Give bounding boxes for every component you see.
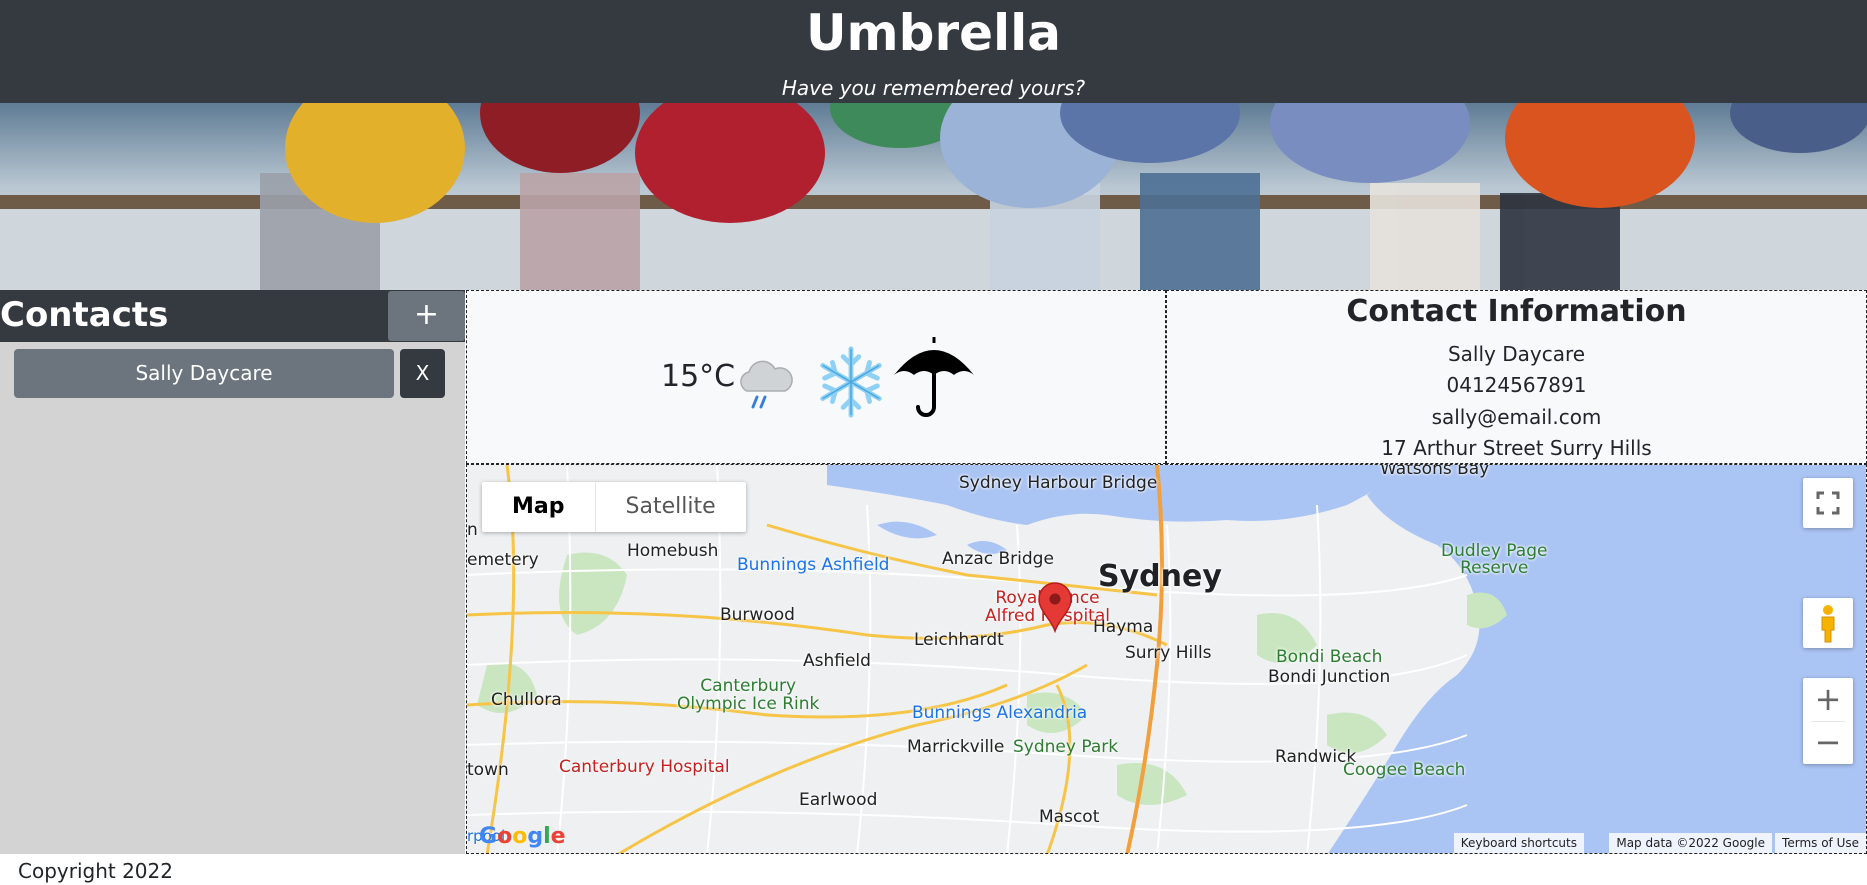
map-label-chullora: Chullora — [491, 690, 562, 710]
contacts-title: Contacts — [0, 295, 169, 335]
site-title: Umbrella — [805, 4, 1062, 62]
zoom-in-button[interactable]: + — [1803, 678, 1853, 721]
delete-contact-button[interactable]: X — [400, 349, 445, 398]
map-label-sydney: Sydney — [1098, 559, 1222, 594]
contact-info-address: 17 Arthur Street Surry Hills — [1381, 436, 1652, 460]
contact-info-heading: Contact Information — [1346, 294, 1687, 329]
site-tagline: Have you remembered yours? — [781, 76, 1086, 100]
zoom-out-button[interactable]: − — [1803, 721, 1853, 764]
google-logo: Google — [479, 824, 566, 849]
map-label-dudley-page: Dudley Page Reserve — [1441, 541, 1548, 578]
map-label-leichhardt: Leichhardt — [914, 630, 1004, 650]
contact-info-email: sally@email.com — [1431, 405, 1602, 429]
map-label-mascot: Mascot — [1039, 807, 1100, 827]
google-map[interactable]: n emetery town rpool Sydney Harbour Brid… — [466, 464, 1867, 854]
map-label-surry-hills: Surry Hills — [1125, 643, 1212, 663]
temperature-value: 15°C — [661, 359, 736, 394]
weather-panel: 15°C — [466, 290, 1166, 464]
map-label-bondi-junction: Bondi Junction — [1268, 667, 1391, 687]
umbrella-icon — [894, 337, 974, 417]
map-label-town: town — [467, 760, 509, 780]
map-label-homebush: Homebush — [627, 541, 719, 561]
umbrella-banner-image — [0, 103, 1867, 290]
map-label-earlwood: Earlwood — [799, 790, 878, 810]
map-label-canterbury-hospital: Canterbury Hospital — [559, 757, 730, 777]
map-label-n: n — [467, 520, 478, 540]
add-contact-button[interactable]: + — [388, 291, 465, 341]
map-label-haymarket: Hayma — [1093, 617, 1154, 637]
map-type-control: Map Satellite — [482, 482, 746, 532]
terms-of-use-link[interactable]: Terms of Use — [1775, 833, 1866, 853]
map-label-anzac-bridge: Anzac Bridge — [942, 549, 1054, 569]
contact-info-name: Sally Daycare — [1447, 342, 1586, 366]
map-label-bunnings-alexandria: Bunnings Alexandria — [912, 703, 1088, 723]
pegman-icon — [1821, 605, 1835, 643]
map-label-ashfield: Ashfield — [803, 651, 871, 671]
footer-copyright: Copyright 2022 — [18, 859, 173, 883]
contacts-sidebar: Contacts + Sally Daycare X — [0, 290, 465, 854]
map-label-cemetery: emetery — [467, 550, 539, 570]
map-data-attribution: Map data ©2022 Google — [1609, 833, 1772, 853]
map-label-burwood: Burwood — [720, 605, 795, 625]
map-type-map-button[interactable]: Map — [482, 482, 596, 532]
map-label-marrickville: Marrickville — [907, 737, 1005, 757]
map-label-canterbury-ice: Canterbury Olympic Ice Rink — [677, 676, 820, 714]
map-label-bunnings-ashfield: Bunnings Ashfield — [737, 555, 890, 575]
contact-item-button[interactable]: Sally Daycare — [14, 349, 394, 398]
map-type-satellite-button[interactable]: Satellite — [596, 482, 746, 532]
map-label-harbour-bridge: Sydney Harbour Bridge — [959, 473, 1158, 493]
map-label-coogee-beach: Coogee Beach — [1343, 760, 1466, 780]
fullscreen-icon — [1816, 491, 1840, 515]
snowflake-icon — [820, 346, 882, 418]
contact-information-panel: Contact Information Sally Daycare 041245… — [1166, 290, 1867, 464]
map-label-bondi-beach: Bondi Beach — [1276, 647, 1383, 667]
site-header: Umbrella Have you remembered yours? — [0, 0, 1867, 103]
map-label-watsons-bay: Watsons Bay — [1380, 464, 1490, 479]
rain-cloud-icon — [740, 360, 793, 409]
zoom-divider — [1811, 721, 1845, 722]
street-view-pegman[interactable] — [1803, 598, 1853, 648]
zoom-control: + − — [1803, 678, 1853, 764]
map-label-sydney-park: Sydney Park — [1013, 737, 1119, 757]
location-marker-icon[interactable] — [1037, 581, 1073, 633]
contacts-header: Contacts + — [0, 290, 465, 342]
contact-info-phone: 04124567891 — [1446, 373, 1587, 397]
keyboard-shortcuts-link[interactable]: Keyboard shortcuts — [1453, 833, 1584, 853]
fullscreen-button[interactable] — [1803, 478, 1853, 528]
